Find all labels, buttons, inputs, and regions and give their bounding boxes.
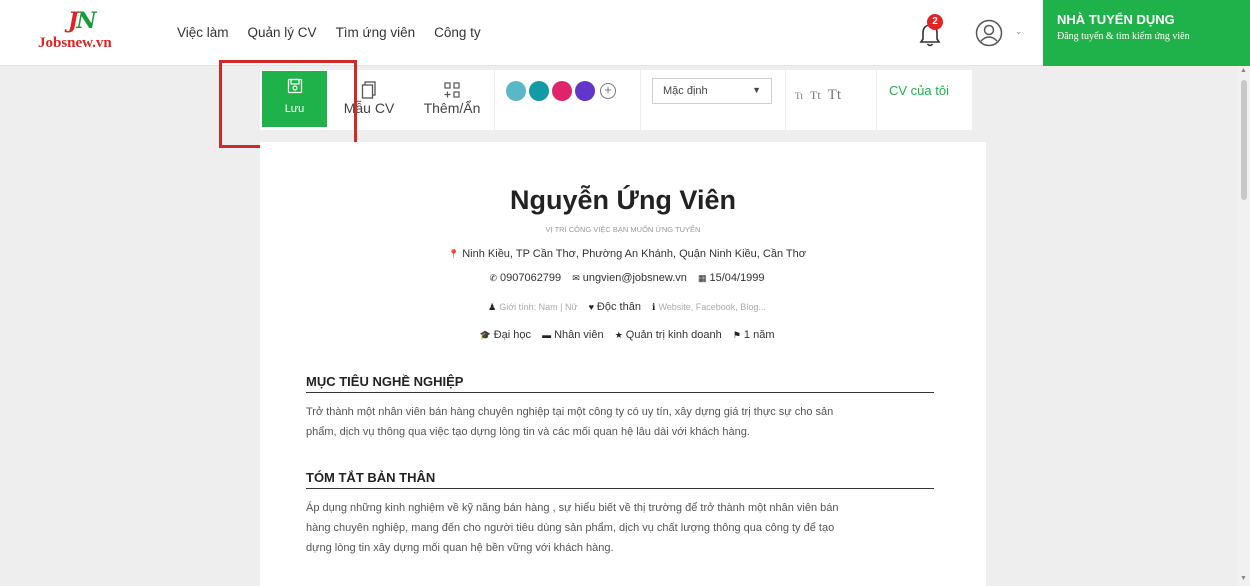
cv-major[interactable]: Quản trị kinh doanh: [626, 329, 722, 341]
toolbar-divider: [640, 70, 641, 130]
section-line: phẩm, dịch vụ thông qua việc tạo dựng lò…: [306, 426, 750, 438]
notification-count-badge: 2: [927, 14, 943, 30]
font-select-value: Mặc định: [663, 85, 708, 97]
cv-marital[interactable]: Độc thân: [597, 301, 641, 313]
cv-personal-line: ♟ Giới tính: Nam | Nữ ♥ Độc thân ℹ Website,…: [260, 301, 986, 313]
cv-level[interactable]: Nhân viên: [554, 329, 604, 341]
add-color-icon[interactable]: +: [600, 83, 616, 99]
toolbar-divider: [494, 70, 495, 130]
graduation-cap-icon: 🎓: [479, 330, 491, 340]
user-avatar-icon[interactable]: [975, 19, 1003, 47]
cv-address[interactable]: Ninh Kiều, TP Cần Thơ, Phường An Khánh, …: [462, 248, 806, 260]
scroll-up-arrow-icon[interactable]: ▲: [1240, 67, 1247, 74]
id-card-icon: ▬: [542, 330, 552, 340]
color-swatch-light-teal[interactable]: [506, 81, 526, 101]
font-size-small-button[interactable]: Tt: [795, 91, 803, 101]
logo-text: Jobsnew.vn: [38, 35, 112, 51]
color-swatch-teal[interactable]: [529, 81, 549, 101]
star-icon: ★: [614, 330, 623, 340]
color-swatch-purple[interactable]: [575, 81, 595, 101]
cv-position-field[interactable]: VỊ TRÍ CÔNG VIỆC BẠN MUỐN ỨNG TUYỂN: [260, 225, 986, 234]
template-icon: [361, 81, 376, 99]
section-line: dựng lòng tin xây dựng mối quan hệ bền v…: [306, 542, 614, 554]
cv-career-line: 🎓 Đại học ▬ Nhân viên ★ Quản trị kinh doanh…: [260, 329, 986, 341]
cv-birthday[interactable]: 15/04/1999: [709, 272, 764, 284]
save-highlight-box: [219, 60, 357, 148]
nav-item-jobs[interactable]: Việc làm: [177, 25, 229, 40]
calendar-icon: ▦: [697, 273, 707, 283]
email-icon: ✉: [572, 273, 580, 283]
info-icon: ℹ: [652, 302, 656, 312]
color-picker: +: [506, 81, 616, 101]
user-icon: ♟: [488, 302, 497, 312]
scroll-down-arrow-icon[interactable]: ▼: [1240, 575, 1247, 582]
font-select[interactable]: Mặc định ▼: [652, 78, 772, 104]
cv-experience[interactable]: 1 năm: [744, 329, 775, 341]
flag-icon: ⚑: [732, 330, 741, 340]
section-line: hàng chuyên nghiệp, mang đến cho người t…: [306, 522, 835, 534]
chevron-down-icon[interactable]: ⌄: [1015, 26, 1023, 37]
add-hide-sections-button[interactable]: Thêm/Ẩn: [420, 81, 484, 116]
toolbar-divider: [785, 70, 786, 130]
section-title-summary[interactable]: TÓM TẮT BẢN THÂN: [306, 470, 934, 489]
my-cv-link[interactable]: CV của tôi: [889, 83, 949, 98]
add-hide-label: Thêm/Ẩn: [423, 100, 481, 116]
section-title-career-goal[interactable]: MỤC TIÊU NGHỀ NGHIỆP: [306, 374, 934, 393]
nav-item-find-candidates[interactable]: Tìm ứng viên: [336, 25, 416, 40]
chevron-down-icon: ▼: [752, 85, 761, 95]
map-marker-icon: 📍: [448, 249, 460, 259]
cv-address-line: 📍 Ninh Kiều, TP Cần Thơ, Phường An Khánh,…: [260, 248, 986, 260]
section-line: Áp dụng những kinh nghiệm về kỹ năng bán…: [306, 502, 839, 514]
section-body-career-goal[interactable]: Trở thành một nhân viên bán hàng chuyên …: [306, 402, 934, 442]
color-swatch-pink[interactable]: [552, 81, 572, 101]
cv-phone[interactable]: 0907062799: [500, 272, 561, 284]
phone-icon: ✆: [489, 273, 497, 283]
cv-education[interactable]: Đại học: [494, 329, 531, 341]
grid-plus-icon: [444, 82, 460, 98]
cv-gender[interactable]: Giới tính: Nam | Nữ: [499, 302, 577, 312]
font-size-controls: Tt Tt Tt: [795, 86, 848, 104]
nav-item-manage-cv[interactable]: Quản lý CV: [248, 25, 317, 40]
cv-email[interactable]: ungvien@jobsnew.vn: [583, 272, 687, 284]
cv-website[interactable]: Website, Facebook, Blog...: [658, 302, 765, 312]
scrollbar-thumb[interactable]: [1241, 80, 1247, 200]
employer-subtitle: Đăng tuyển & tìm kiếm ứng viên: [1057, 31, 1190, 42]
employer-title: NHÀ TUYỂN DỤNG: [1057, 12, 1175, 27]
heart-icon: ♥: [588, 302, 594, 312]
logo-mark-icon: JN: [68, 8, 97, 34]
toolbar-divider: [876, 70, 877, 130]
nav-item-companies[interactable]: Công ty: [434, 25, 481, 40]
section-body-summary[interactable]: Áp dụng những kinh nghiệm về kỹ năng bán…: [306, 498, 934, 558]
section-line: Trở thành một nhân viên bán hàng chuyên …: [306, 406, 834, 418]
cv-contact-line: ✆ 0907062799 ✉ ungvien@jobsnew.vn ▦ 15/04/1…: [260, 272, 986, 284]
font-size-large-button[interactable]: Tt: [828, 87, 841, 103]
employer-button[interactable]: NHÀ TUYỂN DỤNG Đăng tuyển & tìm kiếm ứng…: [1043, 0, 1250, 66]
font-size-medium-button[interactable]: Tt: [810, 88, 821, 102]
cv-full-name[interactable]: Nguyễn Ứng Viên: [260, 185, 986, 216]
main-nav: Việc làm Quản lý CV Tìm ứng viên Công ty: [177, 25, 481, 40]
jobsnew-logo[interactable]: JN Jobsnew.vn: [38, 8, 118, 60]
